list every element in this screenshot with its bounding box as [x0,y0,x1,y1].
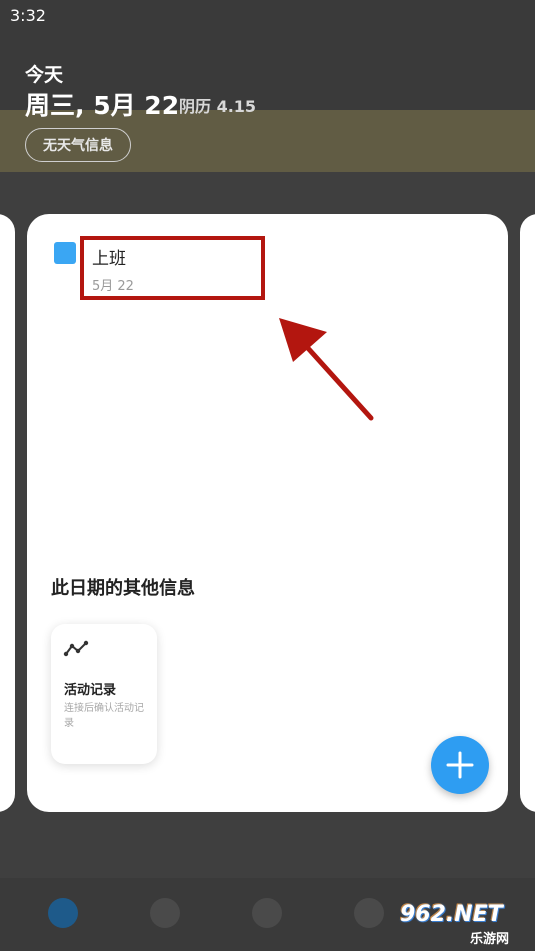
screen: 3:32 今天 周三, 5月 22 阴历 4.15 无天气信息 上班 5月 22… [0,0,535,951]
background-nav-icon [150,898,180,928]
activity-card-description: 连接后确认活动记录 [64,703,144,729]
next-day-card[interactable] [520,214,535,812]
day-detail-card: 上班 5月 22 此日期的其他信息 活动记录 连接后确认活动记录 [27,214,508,812]
today-label: 今天 [25,64,64,86]
watermark: 962.NET 乐游网 [396,902,530,947]
date-heading: 周三, 5月 22 [25,91,180,120]
background-nav-icon [354,898,384,928]
annotation-highlight-box [80,236,265,300]
activity-chart-icon [63,640,89,657]
plus-icon [446,751,474,779]
add-event-button[interactable] [431,736,489,794]
event-color-marker [54,242,76,264]
background-nav-icon [252,898,282,928]
watermark-logo: 962.NET [400,902,503,927]
previous-day-card[interactable] [0,214,15,812]
annotation-arrow-icon [279,318,374,421]
watermark-subtitle: 乐游网 [470,932,510,947]
activity-record-card[interactable]: 活动记录 连接后确认活动记录 [51,624,157,764]
status-time: 3:32 [10,6,46,25]
lunar-date: 阴历 4.15 [179,97,257,116]
activity-card-title: 活动记录 [64,683,117,698]
other-info-title: 此日期的其他信息 [51,578,195,599]
background-nav-icon [48,898,78,928]
weather-chip[interactable]: 无天气信息 [25,128,131,162]
